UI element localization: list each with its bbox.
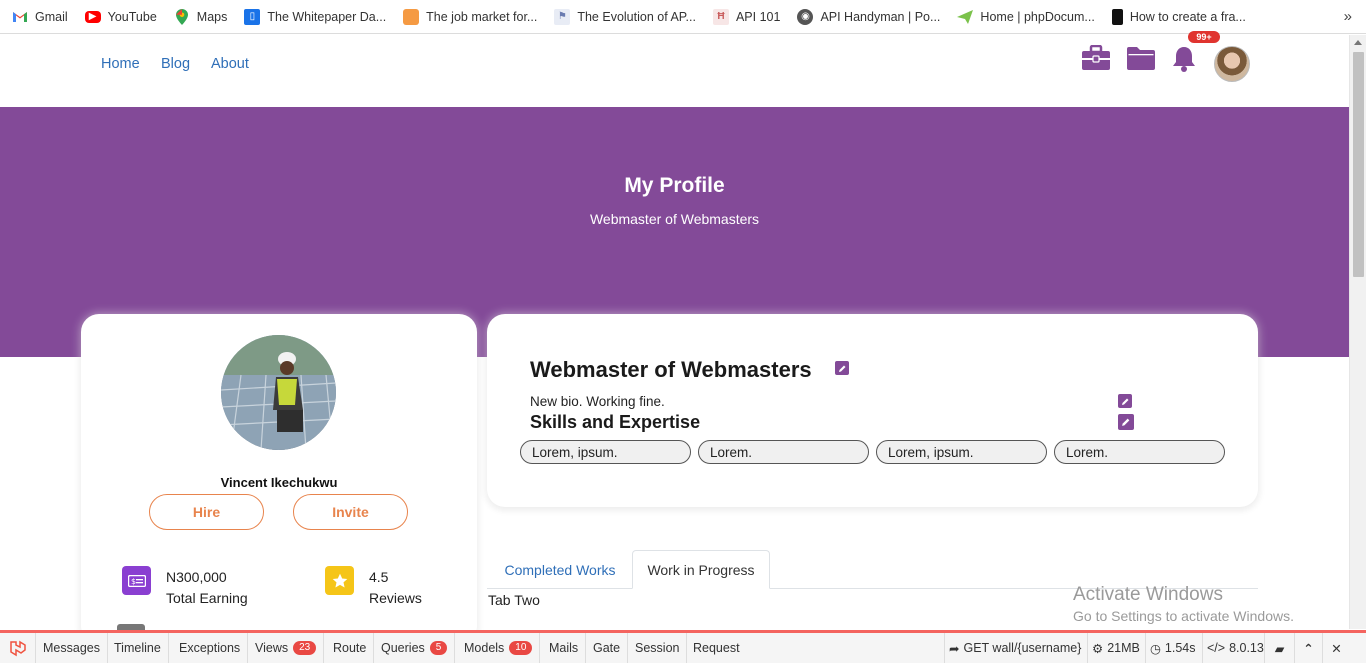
money-icon: $ bbox=[122, 566, 151, 595]
gmail-icon bbox=[12, 8, 28, 25]
folder-icon[interactable] bbox=[1127, 46, 1155, 75]
bookmark-evolution-api[interactable]: ⚑ The Evolution of AP... bbox=[554, 8, 696, 25]
fence-icon: Ħ bbox=[712, 8, 729, 25]
bookmark-job-market[interactable]: The job market for... bbox=[403, 8, 537, 25]
profile-card: Vincent Ikechukwu Hire Invite $ N300,000… bbox=[81, 314, 477, 644]
headline: Webmaster of Webmasters bbox=[530, 357, 812, 382]
tab-content: Tab Two bbox=[488, 592, 540, 608]
models-count-badge: 10 bbox=[509, 641, 533, 655]
activation-watermark-subtitle: Go to Settings to activate Windows. bbox=[1073, 608, 1294, 624]
debug-time-info: ◷ 1.54s bbox=[1145, 633, 1200, 663]
bookmarks-bar: Gmail ▶ YouTube Maps ▯ The Whitepaper Da… bbox=[0, 0, 1366, 34]
debug-bar: Messages Timeline Exceptions Views 23 Rou… bbox=[0, 630, 1366, 663]
earning-value: N300,000 bbox=[166, 569, 227, 585]
rating-label: Reviews bbox=[369, 590, 422, 606]
tab-completed-works[interactable]: Completed Works bbox=[488, 550, 632, 589]
nav-about-link[interactable]: About bbox=[211, 56, 249, 72]
svg-text:$: $ bbox=[131, 577, 136, 586]
flag-icon: ⚑ bbox=[554, 8, 571, 25]
doc-icon: ▯ bbox=[244, 8, 261, 25]
notification-badge: 99+ bbox=[1188, 31, 1220, 43]
debug-tab-messages[interactable]: Messages bbox=[36, 633, 108, 663]
square-icon bbox=[403, 8, 420, 25]
debug-tab-timeline[interactable]: Timeline bbox=[107, 633, 169, 663]
cogs-icon: ⚙ bbox=[1092, 641, 1104, 656]
profile-photo bbox=[221, 335, 336, 450]
hire-button[interactable]: Hire bbox=[149, 494, 264, 530]
more-bookmarks-icon[interactable]: » bbox=[1344, 8, 1352, 25]
debug-tab-exceptions[interactable]: Exceptions bbox=[172, 633, 249, 663]
bio-text: New bio. Working fine. bbox=[530, 394, 665, 409]
notification-bell-icon[interactable] bbox=[1172, 45, 1196, 77]
maps-icon bbox=[174, 8, 190, 25]
code-icon: </> bbox=[1207, 641, 1226, 655]
close-icon[interactable]: ✕ bbox=[1322, 633, 1350, 663]
edit-skills-icon[interactable] bbox=[1118, 414, 1134, 430]
paper-plane-icon bbox=[957, 9, 974, 25]
bookmark-api-handyman[interactable]: ◉ API Handyman | Po... bbox=[797, 8, 940, 25]
debug-tab-mails[interactable]: Mails bbox=[542, 633, 587, 663]
debug-route-info[interactable]: ➦ GET wall/{username} bbox=[944, 633, 1085, 663]
clock-icon: ◷ bbox=[1150, 641, 1161, 656]
youtube-icon: ▶ bbox=[84, 10, 101, 23]
skill-tag: Lorem. bbox=[1054, 440, 1225, 464]
skill-tag: Lorem, ipsum. bbox=[876, 440, 1047, 464]
bookmark-whitepaper[interactable]: ▯ The Whitepaper Da... bbox=[244, 8, 386, 25]
queries-count-badge: 5 bbox=[429, 641, 448, 655]
page-title: My Profile bbox=[624, 174, 725, 197]
bookmark-phpdocumentor[interactable]: Home | phpDocum... bbox=[957, 9, 1095, 25]
debug-tab-queries[interactable]: Queries 5 bbox=[374, 633, 456, 663]
laravel-logo-icon[interactable] bbox=[0, 633, 36, 663]
briefcase-icon[interactable] bbox=[1082, 44, 1110, 75]
share-icon: ➦ bbox=[949, 641, 960, 656]
profile-name: Vincent Ikechukwu bbox=[220, 475, 338, 490]
bookmark-youtube[interactable]: ▶ YouTube bbox=[84, 10, 157, 24]
rating-value: 4.5 bbox=[369, 569, 389, 585]
debug-tab-models[interactable]: Models 10 bbox=[457, 633, 541, 663]
debug-tab-session[interactable]: Session bbox=[628, 633, 688, 663]
bookmark-api-101[interactable]: Ħ API 101 bbox=[712, 8, 780, 25]
bookmark-icon bbox=[1111, 8, 1123, 25]
folder-open-icon[interactable]: ▰ bbox=[1264, 633, 1294, 663]
activation-watermark-title: Activate Windows bbox=[1073, 584, 1223, 605]
skills-heading: Skills and Expertise bbox=[530, 412, 701, 432]
about-card: Webmaster of Webmasters New bio. Working… bbox=[487, 314, 1258, 507]
bookmark-gmail[interactable]: Gmail bbox=[12, 8, 68, 25]
scrollbar-thumb[interactable] bbox=[1353, 52, 1364, 277]
edit-bio-icon[interactable] bbox=[1118, 394, 1132, 408]
globe-icon: ◉ bbox=[797, 8, 814, 25]
debug-tab-views[interactable]: Views 23 bbox=[248, 633, 325, 663]
vertical-scrollbar[interactable] bbox=[1349, 35, 1366, 629]
debug-php-version: </> 8.0.13 bbox=[1202, 633, 1268, 663]
views-count-badge: 23 bbox=[293, 641, 317, 655]
invite-button[interactable]: Invite bbox=[293, 494, 408, 530]
edit-headline-icon[interactable] bbox=[835, 361, 849, 375]
chevron-up-icon[interactable]: ⌃ bbox=[1294, 633, 1322, 663]
page-subtitle: Webmaster of Webmasters bbox=[589, 211, 760, 227]
tab-work-in-progress[interactable]: Work in Progress bbox=[632, 550, 770, 589]
user-avatar[interactable] bbox=[1214, 46, 1250, 82]
debug-tab-gate[interactable]: Gate bbox=[586, 633, 629, 663]
star-icon bbox=[325, 566, 354, 595]
bookmark-maps[interactable]: Maps bbox=[174, 8, 227, 25]
bookmark-create-framework[interactable]: How to create a fra... bbox=[1111, 8, 1246, 25]
skill-tag: Lorem, ipsum. bbox=[520, 440, 691, 464]
debug-tab-request[interactable]: Request bbox=[686, 633, 747, 663]
nav-home-link[interactable]: Home bbox=[101, 56, 140, 72]
skill-tag: Lorem. bbox=[698, 440, 869, 464]
earning-label: Total Earning bbox=[166, 590, 248, 606]
nav-blog-link[interactable]: Blog bbox=[161, 56, 190, 72]
debug-tab-route[interactable]: Route bbox=[326, 633, 375, 663]
top-navbar: Home Blog About 99+ bbox=[0, 31, 1349, 107]
debug-memory-info: ⚙ 21MB bbox=[1087, 633, 1144, 663]
scroll-up-icon[interactable] bbox=[1354, 40, 1362, 45]
